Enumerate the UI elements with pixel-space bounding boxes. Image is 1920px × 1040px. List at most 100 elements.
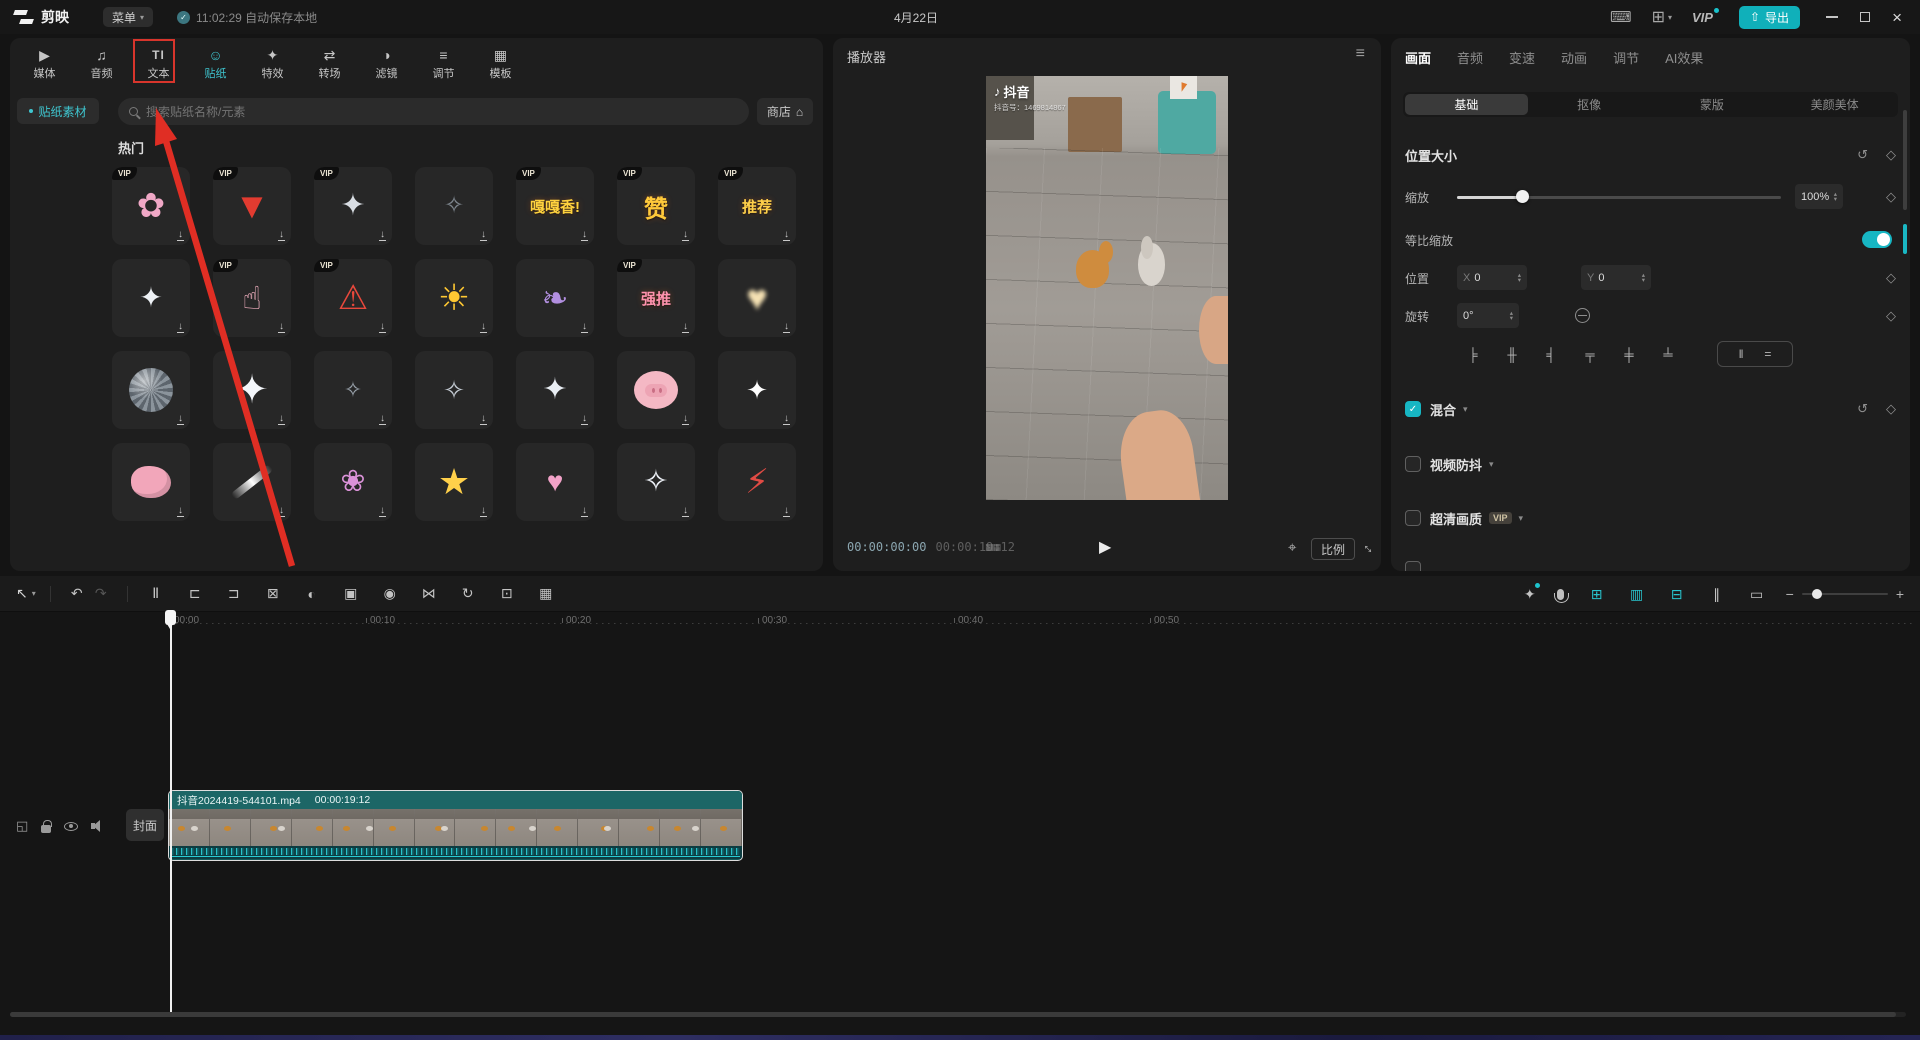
sticker-star-face[interactable]: ★ ↓	[415, 443, 493, 521]
download-icon[interactable]: ↓	[682, 229, 689, 241]
reset-icon[interactable]: ↺	[1857, 401, 1868, 417]
play-button[interactable]: ▶	[1099, 537, 1111, 557]
sticker-sun[interactable]: ☀ ↓	[415, 259, 493, 337]
rotate-field[interactable]: 0° ▴ ▾	[1457, 303, 1519, 328]
download-icon[interactable]: ↓	[278, 321, 285, 333]
export-button[interactable]: ⇧ 导出	[1738, 5, 1801, 29]
sticker-text-gagaxiang[interactable]: 嘎嘎香! VIP ↓	[516, 167, 594, 245]
distribute-icon-0[interactable]: ‖	[1739, 347, 1744, 361]
playhead-handle[interactable]	[165, 610, 176, 629]
focus-frame-icon[interactable]: ⌖	[1288, 539, 1296, 556]
download-icon[interactable]: ↓	[581, 229, 588, 241]
sticker-warning[interactable]: ⚠ VIP ↓	[314, 259, 392, 337]
project-date[interactable]: 4月22日	[894, 0, 938, 34]
zoom-in-icon[interactable]: +	[1896, 586, 1904, 602]
sticker-cross-sparkle[interactable]: ✦ ↓	[213, 351, 291, 429]
tab-audio[interactable]: 音频	[1457, 48, 1483, 67]
mirror-icon[interactable]: ⋈	[417, 585, 441, 602]
slider-thumb[interactable]	[1515, 190, 1529, 203]
sticker-disco-ball[interactable]: ↓	[112, 351, 190, 429]
x-field[interactable]: X 0 ▴ ▾	[1457, 265, 1527, 290]
tab-picture[interactable]: 画面	[1405, 48, 1431, 67]
mute-icon[interactable]	[91, 820, 105, 832]
record-mic-icon[interactable]	[1553, 588, 1569, 603]
scrollbar-thumb[interactable]	[1903, 110, 1907, 210]
download-icon[interactable]: ↓	[682, 505, 689, 517]
sticker-heart-glow[interactable]: ♥ ↓	[718, 259, 796, 337]
keyframe-icon[interactable]: ◇	[1886, 308, 1896, 324]
linkage-icon[interactable]: ⊟	[1665, 586, 1689, 603]
sticker-butterfly[interactable]: ✿ VIP ↓	[112, 167, 190, 245]
scale-value-box[interactable]: 100% ▴ ▾	[1795, 184, 1843, 209]
magic-wand-icon[interactable]: ✦	[1524, 582, 1540, 603]
fullscreen-icon[interactable]: ↔	[1359, 536, 1380, 557]
tab-animation[interactable]: 动画	[1561, 48, 1587, 67]
sticker-text-tuijian[interactable]: 推荐 VIP ↓	[718, 167, 796, 245]
sticker-text-qiangtui[interactable]: 强推 VIP ↓	[617, 259, 695, 337]
download-icon[interactable]: ↓	[278, 229, 285, 241]
align-icon-4[interactable]: ╪	[1613, 342, 1645, 366]
sticker-hearts[interactable]: ♥ ↓	[516, 443, 594, 521]
keyframe-icon[interactable]: ◇	[1886, 270, 1896, 286]
tab-template[interactable]: ▦ 模板	[472, 42, 529, 86]
download-icon[interactable]: ↓	[379, 321, 386, 333]
subtab-basic[interactable]: 基础	[1405, 94, 1528, 115]
speed-icon[interactable]: ◉	[378, 585, 402, 602]
layout-switch-button[interactable]: ⊞ ▾	[1652, 7, 1672, 27]
tab-effects[interactable]: ✦ 特效	[244, 42, 301, 86]
blend-checkbox[interactable]: ✓	[1405, 401, 1421, 417]
align-icon-2[interactable]: ╡	[1535, 342, 1567, 366]
close-button[interactable]: ×	[1892, 9, 1902, 26]
rotate-dial-icon[interactable]	[1575, 308, 1590, 323]
tab-adjust[interactable]: ≡ 调节	[415, 42, 472, 86]
track-collapse-icon[interactable]: ◱	[16, 818, 28, 834]
tab-ai-effects[interactable]: AI效果	[1665, 48, 1703, 67]
download-icon[interactable]: ↓	[379, 505, 386, 517]
preview-quality-icon[interactable]: ▦▦	[985, 542, 1001, 553]
download-icon[interactable]: ↓	[783, 229, 790, 241]
shortcut-keyboard-icon[interactable]: ⌨	[1610, 8, 1632, 26]
replace-icon[interactable]: ▦	[534, 585, 558, 602]
sticker-purple-fairy[interactable]: ❧ ↓	[516, 259, 594, 337]
download-icon[interactable]: ↓	[682, 413, 689, 425]
download-icon[interactable]: ↓	[480, 413, 487, 425]
tab-filter[interactable]: ◑ 滤镜	[358, 42, 415, 86]
tab-audio[interactable]: ♫ 音频	[73, 42, 130, 86]
vip-badge[interactable]: VIP	[1692, 7, 1719, 25]
delete-icon[interactable]: ⊠	[261, 585, 285, 602]
tab-media[interactable]: ▶ 媒体	[16, 42, 73, 86]
minimize-button[interactable]	[1826, 16, 1839, 18]
timeline-ruler[interactable]: 00:00 00:10 00:20 00:30 00:40 00:50	[0, 612, 1920, 634]
stepper[interactable]: ▴ ▾	[1642, 272, 1645, 284]
cover-button[interactable]: 封面	[126, 809, 164, 841]
download-icon[interactable]: ↓	[581, 413, 588, 425]
sticker-thin-sparkle[interactable]: ✧ ↓	[617, 443, 695, 521]
eye-icon[interactable]	[64, 821, 79, 831]
tab-transition[interactable]: ⇄ 转场	[301, 42, 358, 86]
scrollbar-thumb[interactable]	[10, 1012, 1896, 1017]
sticker-single-sparkle[interactable]: ✦ ↓	[718, 351, 796, 429]
subtab-beauty[interactable]: 美颜美体	[1773, 94, 1896, 115]
download-icon[interactable]: ↓	[783, 505, 790, 517]
distribute-icon-1[interactable]: =	[1764, 347, 1771, 361]
download-icon[interactable]: ↓	[783, 321, 790, 333]
align-icon-3[interactable]: ╤	[1574, 342, 1606, 366]
crop-icon[interactable]: ⊡	[495, 585, 519, 602]
clipped-checkbox[interactable]	[1405, 561, 1421, 571]
align-icon-0[interactable]: ╞	[1457, 342, 1489, 366]
timeline-scrollbar[interactable]	[10, 1012, 1906, 1017]
sticker-butterflies[interactable]: ❀ ↓	[314, 443, 392, 521]
sticker-lightning[interactable]: ⚡ ↓	[718, 443, 796, 521]
freeze-icon[interactable]: ▣	[339, 585, 363, 602]
download-icon[interactable]: ↓	[177, 413, 184, 425]
sticker-sparkle-cluster[interactable]: ✦ ↓	[516, 351, 594, 429]
zoom-slider[interactable]	[1801, 588, 1888, 599]
tab-speed[interactable]: 变速	[1509, 48, 1535, 67]
store-button[interactable]: 商店 ⌂	[757, 98, 813, 125]
trim-right-icon[interactable]: ⊐	[222, 585, 246, 602]
download-icon[interactable]: ↓	[177, 505, 184, 517]
subtab-mask[interactable]: 蒙版	[1651, 94, 1774, 115]
stepper[interactable]: ▴ ▾	[1518, 272, 1521, 284]
sticker-star-field[interactable]: ✧ ↓	[415, 351, 493, 429]
chevron-down-icon[interactable]: ▾	[1463, 404, 1468, 415]
